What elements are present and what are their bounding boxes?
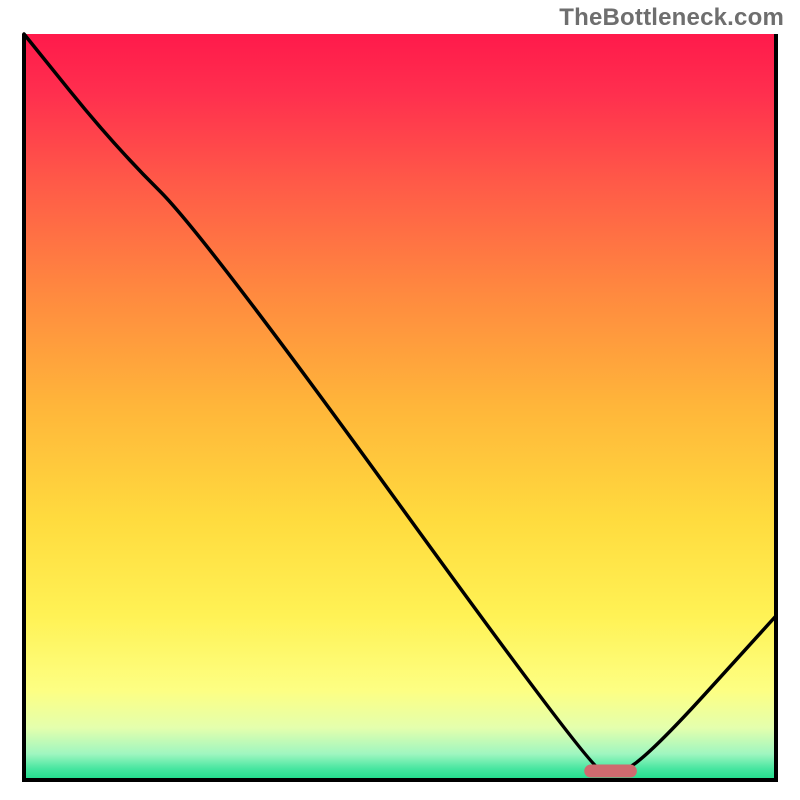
- gradient-background: [24, 34, 776, 780]
- chart-container: TheBottleneck.com: [0, 0, 800, 800]
- bottleneck-chart: [0, 0, 800, 800]
- optimal-range-marker: [584, 765, 637, 778]
